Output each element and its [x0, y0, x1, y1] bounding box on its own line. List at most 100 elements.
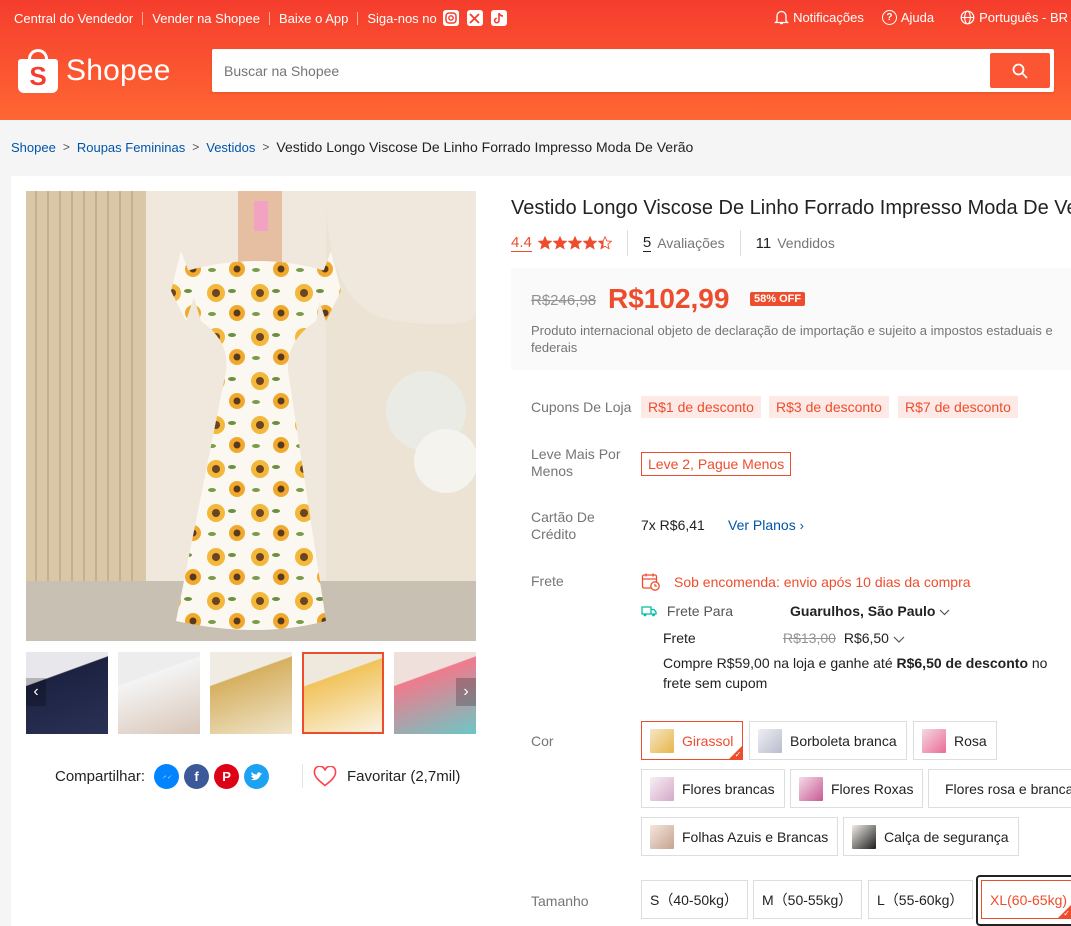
seller-center-link[interactable]: Central do Vendedor — [14, 11, 133, 26]
color-swatch — [852, 824, 876, 849]
x-twitter-icon[interactable] — [466, 10, 483, 26]
notifications-label: Notificações — [793, 9, 864, 25]
help-label: Ajuda — [900, 9, 935, 25]
twitter-icon[interactable] — [244, 764, 270, 789]
breadcrumb-shopee[interactable]: Shopee — [11, 140, 56, 155]
shipping-note-text: Compre R$59,00 na loja e ganhe até — [663, 655, 897, 671]
thumbnail-2[interactable] — [118, 652, 200, 734]
color-swatch — [799, 776, 823, 801]
size-option-s[interactable]: S（40-50kg） — [641, 880, 748, 919]
heart-icon — [313, 765, 337, 787]
size-option-m[interactable]: M（50-55kg） — [753, 880, 863, 919]
breadcrumb-vestidos[interactable]: Vestidos — [206, 140, 255, 155]
color-option-label: Borboleta branca — [790, 732, 897, 749]
rating-score[interactable]: 4.4 — [511, 234, 532, 252]
divider — [739, 230, 741, 256]
divider — [268, 11, 270, 25]
divider — [142, 11, 144, 25]
facebook-icon[interactable]: f — [184, 764, 210, 789]
sold-count: 11 — [755, 234, 772, 252]
thumbnail-strip: ‹ › — [26, 650, 476, 734]
search-icon — [1012, 63, 1028, 78]
language-label: Português - BR — [979, 9, 1068, 25]
color-swatch — [650, 728, 674, 753]
view-plans-link[interactable]: Ver Planos › — [728, 517, 804, 533]
notifications-link[interactable]: Notificações — [774, 9, 864, 25]
star-icon — [582, 236, 597, 250]
sell-link[interactable]: Vender na Shopee — [152, 11, 260, 26]
coupon-3[interactable]: R$7 de desconto — [898, 396, 1018, 418]
shipping-destination[interactable]: Guarulhos, São Paulo — [790, 603, 950, 619]
price-box: R$246,98 R$102,99 58% OFF Produto intern… — [511, 268, 1071, 370]
chevron-right-icon: > — [262, 140, 270, 154]
coupon-1[interactable]: R$1 de desconto — [641, 396, 761, 418]
tiktok-icon[interactable] — [490, 10, 507, 26]
shipping-destination-value: Guarulhos, São Paulo — [790, 603, 936, 619]
color-swatch — [650, 776, 674, 801]
color-option-girassol[interactable]: Girassol ✓ — [641, 721, 744, 760]
check-icon: ✓ — [734, 750, 742, 759]
shipping-label: Frete — [531, 573, 564, 589]
product-main-image[interactable] — [26, 191, 476, 641]
reviews-label: Avaliações — [657, 235, 725, 251]
share-label: Compartilhar: — [55, 768, 146, 785]
shopee-logo[interactable]: S Shopee — [18, 49, 171, 93]
favorite-button[interactable]: Favoritar (2,7mil) — [302, 764, 460, 788]
thumbnail-3[interactable] — [210, 652, 292, 734]
star-icon — [567, 236, 582, 250]
color-option-rosa[interactable]: Rosa — [913, 721, 997, 760]
logo-text: Shopee — [66, 54, 171, 87]
color-option-flores-brancas[interactable]: Flores brancas — [641, 769, 785, 808]
shipping-fee[interactable]: R$13,00 R$6,50 — [783, 630, 905, 646]
thumbnail-4[interactable] — [302, 652, 384, 734]
chevron-down-icon — [893, 630, 905, 646]
instagram-icon[interactable] — [442, 10, 459, 26]
divider — [357, 11, 359, 25]
chevron-right-icon: › — [799, 518, 804, 533]
color-option-label: Folhas Azuis e Brancas — [682, 828, 829, 845]
breadcrumb-roupas-femininas[interactable]: Roupas Femininas — [77, 140, 185, 155]
coupon-2[interactable]: R$3 de desconto — [769, 396, 889, 418]
calendar-clock-icon — [641, 573, 660, 591]
shipping-to-label: Frete Para — [666, 603, 734, 619]
star-icon — [552, 236, 567, 250]
search-input[interactable] — [224, 57, 964, 85]
rating-stars — [537, 236, 612, 250]
product-title: Vestido Longo Viscose De Linho Forrado I… — [511, 197, 1071, 219]
thumbnail-next-arrow[interactable]: › — [456, 678, 476, 706]
thumbnail-prev-arrow[interactable]: ‹ — [26, 678, 46, 706]
shopee-bag-icon: S — [18, 49, 58, 93]
shipping-fee-new: R$6,50 — [843, 630, 889, 646]
promo-tag[interactable]: Leve 2, Pague Menos — [641, 452, 792, 476]
color-swatch — [650, 824, 674, 849]
color-option-flores-rosa-e-brancas[interactable]: Flores rosa e brancas — [928, 769, 1071, 808]
divider — [626, 230, 628, 256]
color-option-flores-roxas[interactable]: Flores Roxas — [790, 769, 924, 808]
size-option-xl[interactable]: XL(60-65kg) ✓ — [981, 880, 1071, 919]
shipping-to-row: Frete Para — [641, 603, 733, 619]
language-selector[interactable]: Português - BR — [960, 10, 1068, 25]
color-option-folhas-azuis-e-brancas[interactable]: Folhas Azuis e Brancas — [641, 817, 839, 856]
color-option-borboleta-branca[interactable]: Borboleta branca — [749, 721, 907, 760]
pinterest-icon[interactable]: P — [214, 764, 240, 789]
globe-icon — [960, 10, 975, 24]
help-link[interactable]: ? Ajuda — [881, 9, 935, 25]
discount-badge: 58% OFF — [750, 292, 806, 306]
messenger-icon[interactable] — [154, 764, 180, 789]
color-option-label: Flores rosa e brancas — [945, 780, 1071, 797]
shipping-discount-note: Compre R$59,00 na loja e ganhe até R$6,5… — [663, 653, 1071, 693]
favorite-label: Favoritar (2,7mil) — [347, 767, 461, 785]
size-option-l[interactable]: L（55-60kg） — [868, 880, 974, 919]
download-app-link[interactable]: Baixe o App — [279, 11, 348, 26]
shipping-note-bold: R$6,50 de desconto — [896, 655, 1029, 671]
breadcrumb: Shopee > Roupas Femininas > Vestidos > V… — [11, 139, 693, 155]
color-option-label: Flores Roxas — [831, 780, 914, 797]
reviews-count[interactable]: 5 — [642, 234, 652, 252]
coupons-label: Cupons De Loja — [531, 399, 632, 415]
truck-icon — [641, 606, 657, 617]
color-option-calca-de-seguranca[interactable]: Calça de segurança — [843, 817, 1019, 856]
search-button[interactable] — [990, 53, 1050, 88]
chevron-right-icon: > — [192, 140, 200, 154]
import-tax-note: Produto internacional objeto de declaraç… — [531, 323, 1053, 355]
size-option-label: M（50-55kg） — [762, 891, 853, 908]
